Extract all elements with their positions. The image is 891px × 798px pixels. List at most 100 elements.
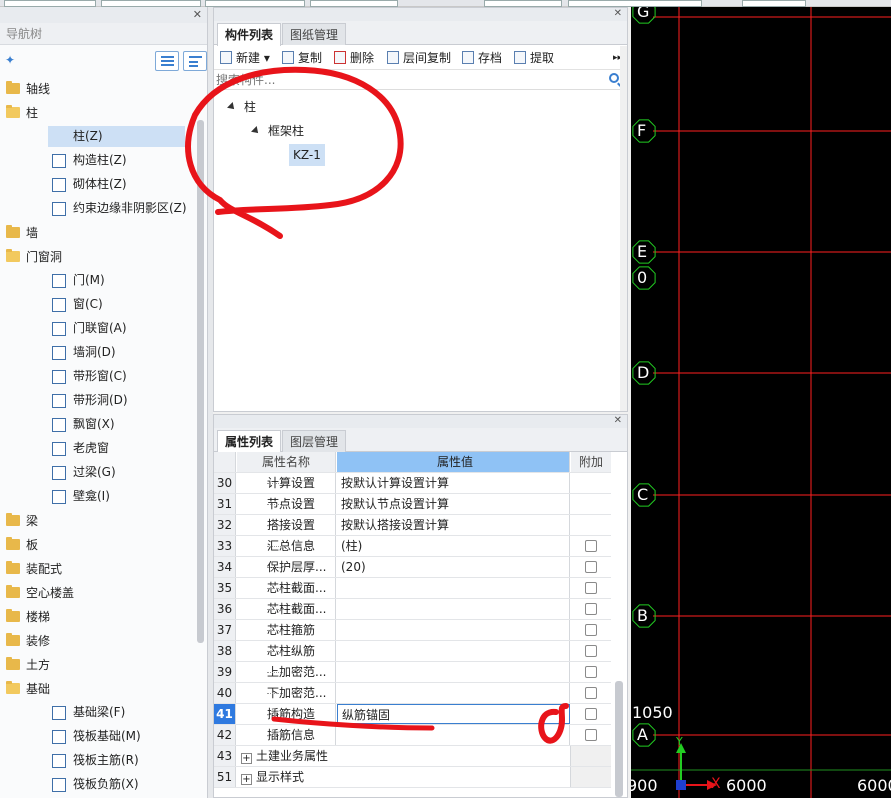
property-row[interactable]: 34 保护层厚... (20) [214, 557, 611, 578]
attach-checkbox[interactable] [585, 729, 597, 741]
nav-item[interactable]: 构造柱(Z) [0, 149, 207, 173]
nav-item[interactable]: 装配式 [0, 557, 207, 581]
nav-item[interactable]: 基础梁(F) [0, 701, 207, 725]
nav-item[interactable]: 门窗洞 [0, 245, 207, 269]
nav-item[interactable]: 墙洞(D) [0, 341, 207, 365]
property-row[interactable]: 42 插筋信息 [214, 725, 611, 746]
nav-item[interactable]: 柱 [0, 101, 207, 125]
tab-drawing-management[interactable]: 图纸管理 [282, 23, 347, 45]
nav-item[interactable]: 梁 [0, 509, 207, 533]
attach-checkbox[interactable] [585, 666, 597, 678]
property-row[interactable]: 32 搭接设置 按默认搭接设置计算 [214, 515, 611, 536]
expand-plus-icon[interactable]: + [241, 774, 252, 785]
tab-layer-management[interactable]: 图层管理 [282, 430, 347, 452]
property-row[interactable]: 38 芯柱纵筋 [214, 641, 611, 662]
extract-button[interactable]: 提取 [514, 49, 554, 67]
cad-canvas[interactable]: G F E 0 D C B A 1050 900 6000 6000 Y X [631, 7, 891, 798]
tree-node-kz1[interactable]: KZ-1 [289, 144, 325, 166]
nav-item[interactable]: 过梁(G) [0, 461, 207, 485]
search-icon[interactable] [609, 73, 619, 83]
attach-checkbox[interactable] [585, 561, 597, 573]
property-value[interactable] [337, 620, 570, 640]
nav-item[interactable]: 空心楼盖 [0, 581, 207, 605]
close-icon[interactable]: ✕ [614, 415, 622, 427]
property-row[interactable]: 31 节点设置 按默认节点设置计算 [214, 494, 611, 515]
archive-button[interactable]: 存档 [462, 49, 502, 67]
nav-scrollbar[interactable] [197, 120, 204, 643]
property-value[interactable]: 按默认节点设置计算 [337, 494, 570, 514]
nav-item[interactable]: 墙 [0, 221, 207, 245]
toolbar-combo-6[interactable] [568, 0, 702, 7]
property-row[interactable]: 33 汇总信息 (柱) [214, 536, 611, 557]
nav-item[interactable]: 门联窗(A) [0, 317, 207, 341]
search-input[interactable] [216, 71, 611, 89]
toolbar-combo-2[interactable] [101, 0, 201, 7]
toolbar-combo-4[interactable] [310, 0, 398, 7]
nav-item[interactable]: 筏板基础(M) [0, 725, 207, 749]
toolbar-combo-1[interactable] [4, 0, 96, 7]
nav-item[interactable]: 轴线 [0, 77, 207, 101]
property-value[interactable]: (20) [337, 557, 570, 577]
tab-component-list[interactable]: 构件列表 [217, 23, 282, 46]
expand-icon[interactable] [251, 126, 261, 136]
attach-checkbox[interactable] [585, 645, 597, 657]
nav-item[interactable]: 板 [0, 533, 207, 557]
floor-copy-button[interactable]: 层间复制 [387, 49, 451, 67]
property-value[interactable]: (柱) [337, 536, 570, 556]
attach-checkbox[interactable] [585, 603, 597, 615]
expand-icon[interactable] [227, 102, 237, 112]
nav-item[interactable]: 土方 [0, 653, 207, 677]
nav-item[interactable]: 老虎窗 [0, 437, 207, 461]
property-row[interactable]: 40 下加密范... [214, 683, 611, 704]
tab-property-list[interactable]: 属性列表 [217, 430, 282, 453]
property-row[interactable]: 39 上加密范... [214, 662, 611, 683]
pin-icon[interactable]: ✦ [5, 53, 15, 67]
tree-view-button[interactable] [183, 51, 207, 71]
nav-item[interactable]: 壁龛(I) [0, 485, 207, 509]
nav-item[interactable]: 筏板主筋(R) [0, 749, 207, 773]
tree-node-column[interactable]: 柱 [227, 96, 256, 118]
prop-scrollbar[interactable] [615, 681, 623, 797]
property-value[interactable] [337, 641, 570, 661]
nav-item[interactable]: 带形洞(D) [0, 389, 207, 413]
nav-item[interactable]: 装修 [0, 629, 207, 653]
property-row[interactable]: 37 芯柱箍筋 [214, 620, 611, 641]
attach-checkbox[interactable] [585, 582, 597, 594]
tree-node-frame-column[interactable]: 框架柱 [251, 120, 304, 142]
attach-checkbox[interactable] [585, 708, 597, 720]
toolbar-combo-5[interactable] [484, 0, 562, 7]
close-icon[interactable]: ✕ [193, 8, 202, 21]
attach-checkbox[interactable] [585, 687, 597, 699]
copy-button[interactable]: 复制 [282, 49, 322, 67]
new-button[interactable]: 新建 ▾ [220, 49, 270, 67]
property-row[interactable]: 41 插筋构造 纵筋锚固 [214, 704, 611, 725]
nav-item[interactable]: 门(M) [0, 269, 207, 293]
property-value[interactable]: 纵筋锚固 [337, 704, 570, 724]
property-row[interactable]: 36 芯柱截面... [214, 599, 611, 620]
property-value[interactable] [337, 683, 570, 703]
nav-item[interactable]: 柱(Z) [0, 125, 207, 149]
property-row[interactable]: 30 计算设置 按默认计算设置计算 [214, 473, 611, 494]
comp-scrollbar[interactable] [620, 46, 627, 411]
toolbar-combo-3[interactable] [205, 0, 305, 7]
property-group-row[interactable]: 43 + 土建业务属性 [214, 746, 611, 767]
nav-item[interactable]: 飘窗(X) [0, 413, 207, 437]
property-value[interactable] [337, 662, 570, 682]
close-icon[interactable]: ✕ [614, 8, 622, 20]
expand-plus-icon[interactable]: + [241, 753, 252, 764]
nav-item[interactable]: 楼梯 [0, 605, 207, 629]
list-view-button[interactable] [155, 51, 179, 71]
property-value[interactable] [337, 578, 570, 598]
attach-checkbox[interactable] [585, 540, 597, 552]
property-value[interactable]: 按默认搭接设置计算 [337, 515, 570, 535]
nav-item[interactable]: 砌体柱(Z) [0, 173, 207, 197]
property-row[interactable]: 35 芯柱截面... [214, 578, 611, 599]
nav-item[interactable]: 窗(C) [0, 293, 207, 317]
delete-button[interactable]: 删除 [334, 49, 374, 67]
property-value[interactable] [337, 725, 570, 745]
nav-item[interactable]: 约束边缘非阴影区(Z) [0, 197, 207, 221]
nav-item[interactable]: 筏板负筋(X) [0, 773, 207, 797]
nav-item[interactable]: 基础 [0, 677, 207, 701]
toolbar-combo-7[interactable] [742, 0, 806, 7]
property-value[interactable] [337, 599, 570, 619]
